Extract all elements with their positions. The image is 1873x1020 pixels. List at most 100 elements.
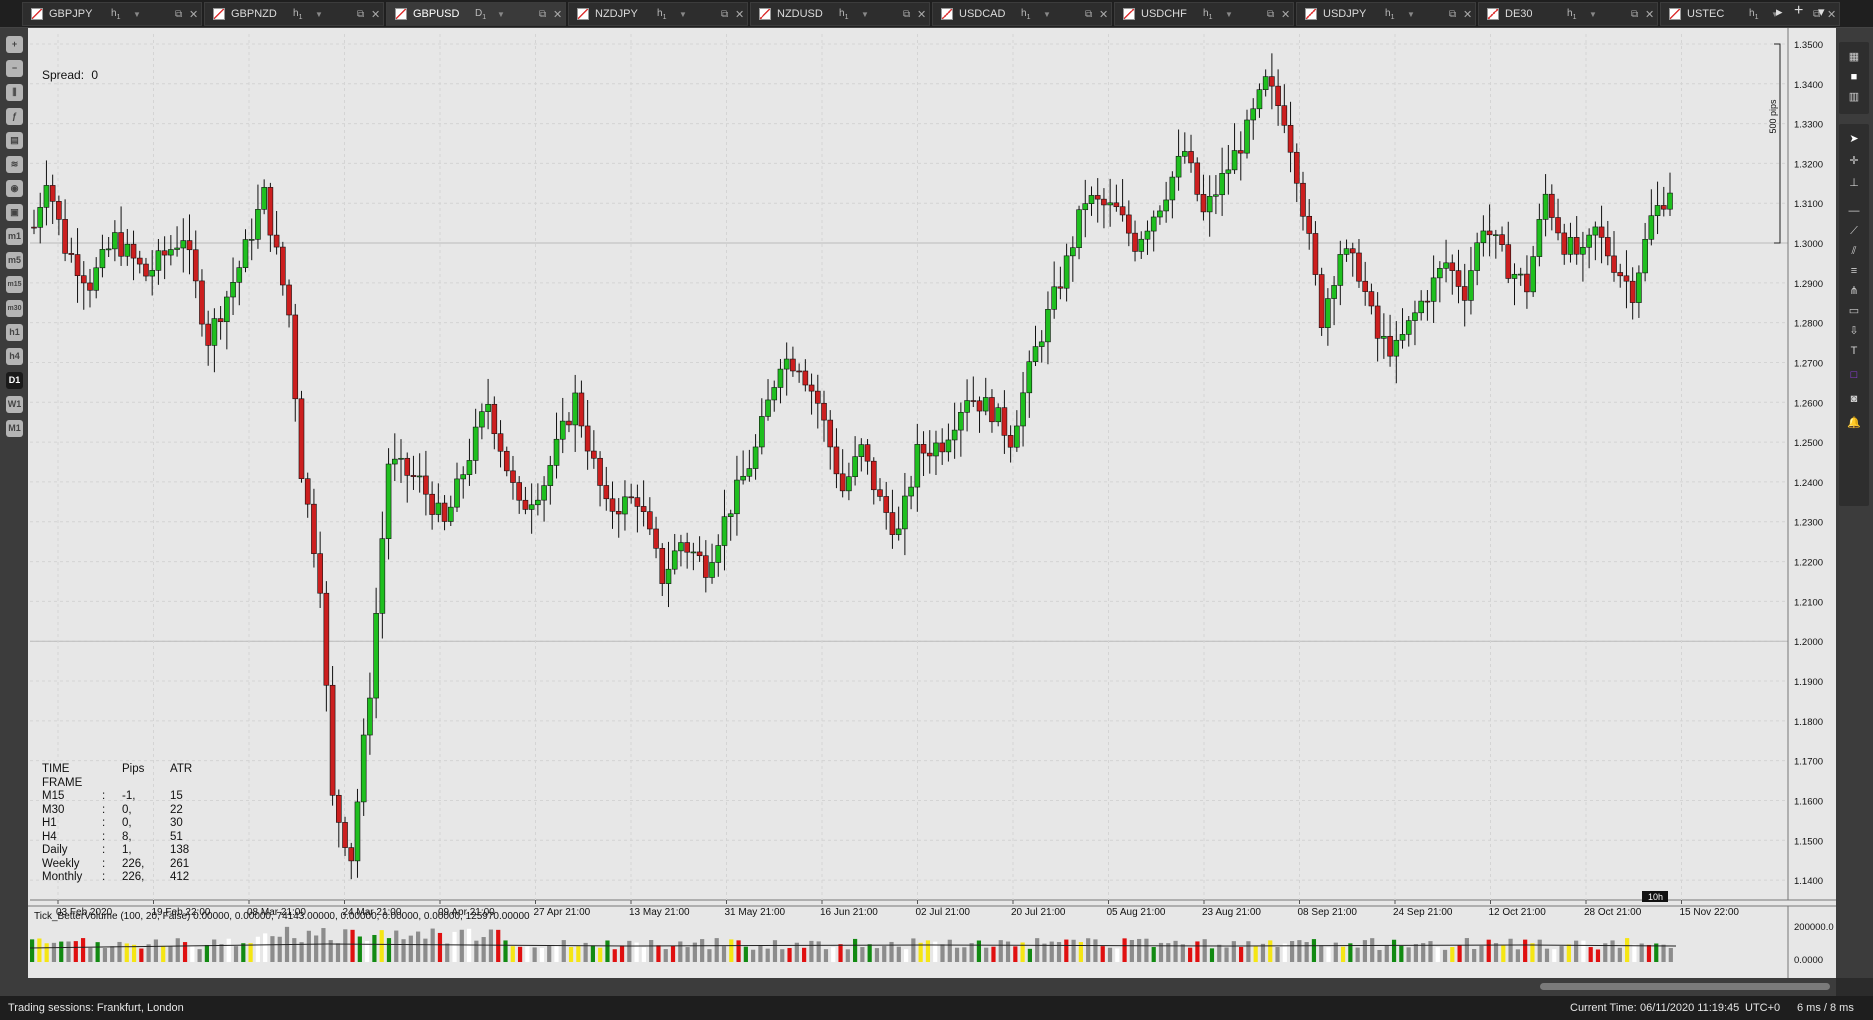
add-tab-button[interactable]: + (1794, 2, 1803, 20)
tab-timeframe-selector[interactable]: h1 (657, 8, 679, 21)
tf-m30-icon[interactable]: m30 (6, 300, 23, 317)
detach-icon[interactable]: ⧉ (1631, 9, 1645, 20)
layers-icon[interactable]: ≋ (6, 156, 23, 173)
tf-m1-icon[interactable]: m1 (6, 228, 23, 245)
close-icon[interactable]: ✕ (735, 8, 747, 21)
tf-w1-icon[interactable]: W1 (6, 396, 23, 413)
bull-candle (1337, 254, 1344, 286)
tab-timeframe-selector[interactable]: h1 (111, 8, 133, 21)
detach-icon[interactable]: ⧉ (357, 9, 371, 20)
measure-icon[interactable]: ⊥ (1846, 176, 1862, 190)
tab-usdcad[interactable]: USDCAD h1 ▼ ⧉ ✕ (932, 2, 1112, 26)
tab-timeframe-selector[interactable]: h1 (1749, 8, 1771, 21)
chevron-down-icon[interactable]: ▼ (497, 10, 509, 19)
horizontal-scrollbar[interactable] (0, 978, 1836, 996)
single-chart-icon[interactable]: ■ (1846, 70, 1862, 84)
color-icon[interactable]: □ (1846, 368, 1862, 382)
detach-icon[interactable]: ⧉ (1267, 9, 1281, 20)
timezone-selector[interactable]: UTC+0 (1745, 1002, 1780, 1014)
tab-nzdusd[interactable]: NZDUSD h1 ▼ ⧉ ✕ (750, 2, 930, 26)
tf-m15-icon[interactable]: m15 (6, 276, 23, 293)
detach-icon[interactable]: ⧉ (1085, 9, 1099, 20)
volume-bar (321, 928, 326, 962)
zoom-in-icon[interactable]: + (6, 36, 23, 53)
tab-de30[interactable]: DE30 h1 ▼ ⧉ ✕ (1478, 2, 1658, 26)
close-icon[interactable]: ✕ (371, 8, 383, 21)
rectangle-icon[interactable]: ▭ (1846, 304, 1862, 318)
chevron-down-icon[interactable]: ▼ (1407, 10, 1419, 19)
chevron-down-icon[interactable]: ▼ (1043, 10, 1055, 19)
text-icon[interactable]: T (1846, 344, 1862, 358)
tab-menu-icon[interactable]: ▾ (1818, 4, 1825, 20)
close-icon[interactable]: ✕ (553, 8, 565, 21)
tf-h4-icon[interactable]: h4 (6, 348, 23, 365)
chevron-down-icon[interactable]: ▼ (1589, 10, 1601, 19)
close-icon[interactable]: ✕ (1827, 8, 1839, 21)
trendline-icon[interactable]: ⟋ (1846, 224, 1862, 238)
chevron-down-icon[interactable]: ▼ (315, 10, 327, 19)
chevron-down-icon[interactable]: ▼ (861, 10, 873, 19)
bull-candle (1032, 346, 1039, 363)
cursor-icon[interactable]: ➤ (1846, 132, 1862, 146)
tab-timeframe-selector[interactable]: h1 (1203, 8, 1225, 21)
price-chart[interactable]: 1.3500 1.3400 1.3300 1.3200 1.3100 1.3000 1.29… (28, 28, 1836, 978)
detach-icon[interactable]: ⧉ (175, 9, 189, 20)
channel-icon[interactable]: ⫽ (1846, 244, 1862, 258)
detach-icon[interactable]: ⧉ (903, 9, 917, 20)
grid-layout-icon[interactable]: ▦ (1846, 50, 1862, 64)
multi-chart-icon[interactable]: ▥ (1846, 90, 1862, 104)
close-icon[interactable]: ✕ (1645, 8, 1657, 21)
tab-timeframe-selector[interactable]: h1 (293, 8, 315, 21)
tab-timeframe-selector[interactable]: h1 (1021, 8, 1043, 21)
detach-icon[interactable]: ⧉ (539, 9, 553, 20)
volume-bar (30, 939, 35, 962)
chevron-down-icon[interactable]: ▼ (1225, 10, 1237, 19)
tab-gbpusd[interactable]: GBPUSD D1 ▼ ⧉ ✕ (386, 2, 566, 26)
close-icon[interactable]: ✕ (1463, 8, 1475, 21)
zoom-out-icon[interactable]: − (6, 60, 23, 77)
screenshot-icon[interactable]: ▣ (6, 204, 23, 221)
tab-usdchf[interactable]: USDCHF h1 ▼ ⧉ ✕ (1114, 2, 1294, 26)
tab-nzdjpy[interactable]: NZDJPY h1 ▼ ⧉ ✕ (568, 2, 748, 26)
eye-icon[interactable]: ◉ (6, 180, 23, 197)
close-icon[interactable]: ✕ (917, 8, 929, 21)
camera-icon[interactable]: ◙ (1846, 392, 1862, 406)
chart-type-icon[interactable]: ⫼ (6, 84, 23, 101)
scrollbar-thumb[interactable] (1540, 983, 1830, 990)
bear-candle (497, 433, 504, 452)
tab-timeframe-selector[interactable]: h1 (1385, 8, 1407, 21)
tf-h1-icon[interactable]: h1 (6, 324, 23, 341)
tab-gbpjpy[interactable]: GBPJPY h1 ▼ ⧉ ✕ (22, 2, 202, 26)
horizontal-line-icon[interactable]: — (1846, 204, 1862, 218)
tab-gbpnzd[interactable]: GBPNZD h1 ▼ ⧉ ✕ (204, 2, 384, 26)
tf-d1-icon[interactable]: D1 (6, 372, 23, 389)
tab-timeframe-selector[interactable]: h1 (839, 8, 861, 21)
fibonacci-icon[interactable]: ≡ (1846, 264, 1862, 278)
bull-candle (447, 506, 454, 522)
close-icon[interactable]: ✕ (189, 8, 201, 21)
volume-bar (1595, 949, 1601, 962)
tf-m5-icon[interactable]: m5 (6, 252, 23, 269)
arrow-icon[interactable]: ⇩ (1846, 324, 1862, 338)
detach-icon[interactable]: ⧉ (721, 9, 735, 20)
close-icon[interactable]: ✕ (1281, 8, 1293, 21)
tab-timeframe-selector[interactable]: D1 (475, 8, 497, 21)
chevron-down-icon[interactable]: ▼ (133, 10, 145, 19)
volume-bar (787, 948, 792, 962)
tab-timeframe-selector[interactable]: h1 (1567, 8, 1589, 21)
tf-mn1-icon[interactable]: M1 (6, 420, 23, 437)
tab-usdjpy[interactable]: USDJPY h1 ▼ ⧉ ✕ (1296, 2, 1476, 26)
pitchfork-icon[interactable]: ⋔ (1846, 284, 1862, 298)
volume-bar (1435, 947, 1440, 962)
close-icon[interactable]: ✕ (1099, 8, 1111, 21)
tab-timeframe-sub: 1 (1572, 13, 1577, 21)
detach-icon[interactable]: ⧉ (1449, 9, 1463, 20)
indicators-icon[interactable]: ƒ (6, 108, 23, 125)
chevron-down-icon[interactable]: ▼ (679, 10, 691, 19)
chart-area[interactable]: 1.3500 1.3400 1.3300 1.3200 1.3100 1.3000 1.29… (28, 28, 1836, 978)
templates-icon[interactable]: ▤ (6, 132, 23, 149)
alert-bell-icon[interactable]: 🔔 (1846, 416, 1862, 430)
crosshair-icon[interactable]: ✛ (1846, 154, 1862, 168)
tab-ustec[interactable]: USTEC h1 ▼ ⧉ ✕ (1660, 2, 1840, 26)
tab-scroll-icon[interactable]: ▸ (1776, 4, 1783, 20)
